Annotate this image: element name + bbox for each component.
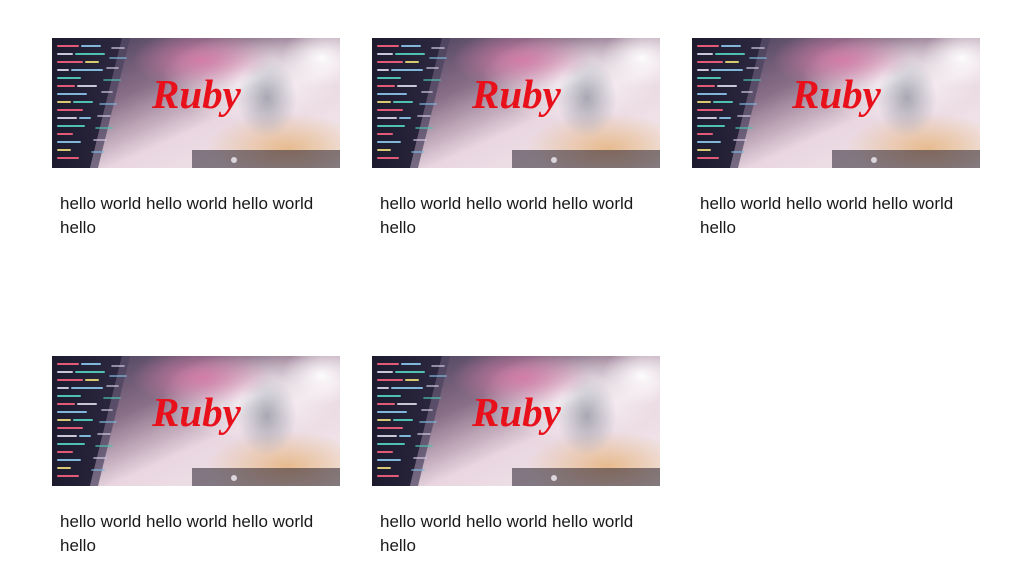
card-thumbnail[interactable]: Ruby — [372, 356, 660, 486]
card-thumbnail[interactable]: Ruby — [52, 356, 340, 486]
ruby-logo-text: Ruby — [152, 389, 241, 435]
card[interactable]: Ruby hello world hello world hello world… — [372, 38, 660, 240]
card-caption: hello world hello world hello world hell… — [380, 512, 634, 555]
ruby-logo-text: Ruby — [472, 71, 561, 117]
card-caption: hello world hello world hello world hell… — [700, 194, 954, 237]
ruby-logo-text: Ruby — [472, 389, 561, 435]
card-grid: Ruby hello world hello world hello world… — [0, 0, 1035, 583]
card-thumbnail[interactable]: Ruby — [372, 38, 660, 168]
card-thumbnail[interactable]: Ruby — [52, 38, 340, 168]
card-caption: hello world hello world hello world hell… — [380, 194, 634, 237]
ruby-logo-text: Ruby — [152, 71, 241, 117]
card-caption: hello world hello world hello world hell… — [60, 194, 314, 237]
card-thumbnail[interactable]: Ruby — [692, 38, 980, 168]
card[interactable]: Ruby hello world hello world hello world… — [692, 38, 980, 240]
card[interactable]: Ruby hello world hello world hello world… — [372, 356, 660, 558]
ruby-logo-text: Ruby — [792, 71, 881, 117]
card[interactable]: Ruby hello world hello world hello world… — [52, 38, 340, 240]
card-caption: hello world hello world hello world hell… — [60, 512, 314, 555]
card[interactable]: Ruby hello world hello world hello world… — [52, 356, 340, 558]
